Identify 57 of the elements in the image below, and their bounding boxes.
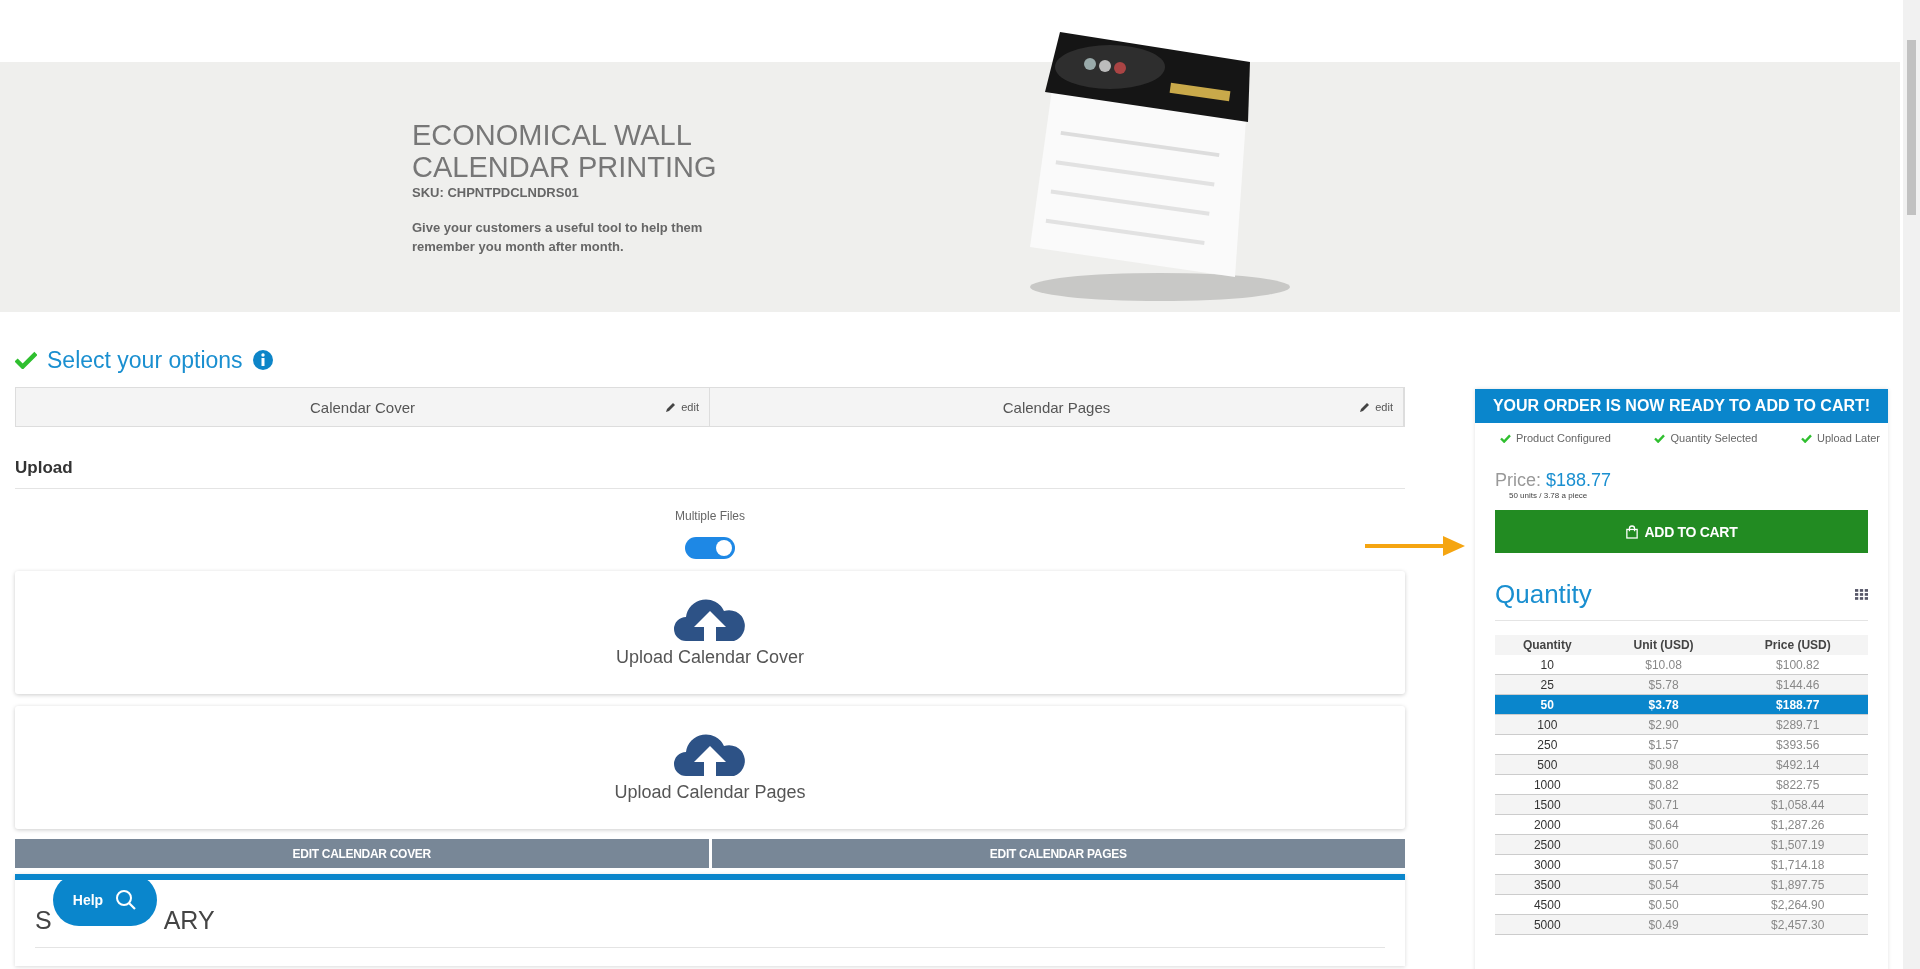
price-value: $188.77 <box>1546 470 1612 491</box>
edit-link[interactable]: edit <box>665 401 699 413</box>
check-icon <box>1801 433 1812 443</box>
scrollbar[interactable] <box>1903 0 1920 969</box>
quantity-row[interactable]: 2000 $0.64 $1,287.26 <box>1495 814 1868 835</box>
status-text: Upload Later <box>1817 432 1880 444</box>
price-label: Price: <box>1495 470 1541 491</box>
upload-heading: Upload <box>15 458 1405 489</box>
section-title: Select your options <box>47 346 243 374</box>
arrow-icon <box>1365 534 1465 558</box>
status-text: Product Configured <box>1516 432 1611 444</box>
sku-text: SKU: CHPNTPDCLNDRS01 <box>412 184 580 200</box>
summary-heading: S <box>35 906 52 935</box>
price-note: 50 units / 3.78 a piece <box>1509 491 1589 500</box>
upload-dropzone[interactable]: Upload Calendar Cover <box>15 571 1405 694</box>
quantity-row[interactable]: 1000 $0.82 $822.75 <box>1495 774 1868 795</box>
column-header: Price (USD) <box>1727 635 1868 655</box>
quantity-row[interactable]: 100 $2.90 $289.71 <box>1495 714 1868 735</box>
quantity-row[interactable]: 10 $10.08 $100.82 <box>1495 655 1868 675</box>
add-to-cart-button[interactable]: ADD TO CART <box>1495 510 1868 553</box>
pencil-icon <box>665 401 678 413</box>
quantity-row[interactable]: 1500 $0.71 $1,058.44 <box>1495 794 1868 815</box>
edit-button[interactable]: EDIT CALENDAR COVER <box>15 839 709 868</box>
column-header: Quantity <box>1495 635 1600 655</box>
status-text: Quantity Selected <box>1670 432 1758 444</box>
info-icon[interactable] <box>252 350 273 370</box>
bag-icon <box>1625 524 1638 539</box>
check-icon <box>1654 433 1666 443</box>
check-icon <box>1500 433 1511 443</box>
quantity-row[interactable]: 4500 $0.50 $2,264.90 <box>1495 894 1868 915</box>
option-tab[interactable]: Calendar Pages edit <box>710 388 1404 426</box>
quantity-row[interactable]: 5000 $0.49 $2,457.30 <box>1495 914 1868 935</box>
quantity-row[interactable]: 3500 $0.54 $1,897.75 <box>1495 874 1868 895</box>
check-icon <box>15 351 37 369</box>
column-header: Unit (USD) <box>1599 635 1728 655</box>
quantity-row[interactable]: 50 $3.78 $188.77 <box>1495 694 1868 715</box>
quantity-row[interactable]: 500 $0.98 $492.14 <box>1495 754 1868 775</box>
grid-icon[interactable] <box>1855 589 1868 600</box>
edit-link[interactable]: edit <box>1359 401 1393 413</box>
upload-dropzone[interactable]: Upload Calendar Pages <box>15 706 1405 829</box>
toggle-switch[interactable] <box>685 537 735 559</box>
search-icon <box>115 889 138 911</box>
quantity-heading: Quantity <box>1495 579 1592 610</box>
option-label: Calendar Cover <box>309 398 416 416</box>
option-label: Calendar Pages <box>1002 398 1111 416</box>
pencil-icon <box>1359 401 1372 413</box>
toggle-label: Multiple Files <box>675 509 745 523</box>
summary-heading: ARY <box>163 906 215 935</box>
quantity-row[interactable]: 2500 $0.60 $1,507.19 <box>1495 834 1868 855</box>
edit-button[interactable]: EDIT CALENDAR PAGES <box>711 839 1405 868</box>
product-description: Give your customers a useful tool to help them remember you month after month. <box>412 218 704 256</box>
option-tab[interactable]: Calendar Cover edit <box>16 388 710 426</box>
quantity-row[interactable]: 250 $1.57 $393.56 <box>1495 734 1868 755</box>
quantity-row[interactable]: 3000 $0.57 $1,714.18 <box>1495 854 1868 875</box>
order-banner: YOUR ORDER IS NOW READY TO ADD TO CART! <box>1475 389 1888 423</box>
quantity-row[interactable]: 25 $5.78 $144.46 <box>1495 674 1868 695</box>
product-title: ECONOMICAL WALL CALENDAR PRINTING <box>412 118 718 183</box>
